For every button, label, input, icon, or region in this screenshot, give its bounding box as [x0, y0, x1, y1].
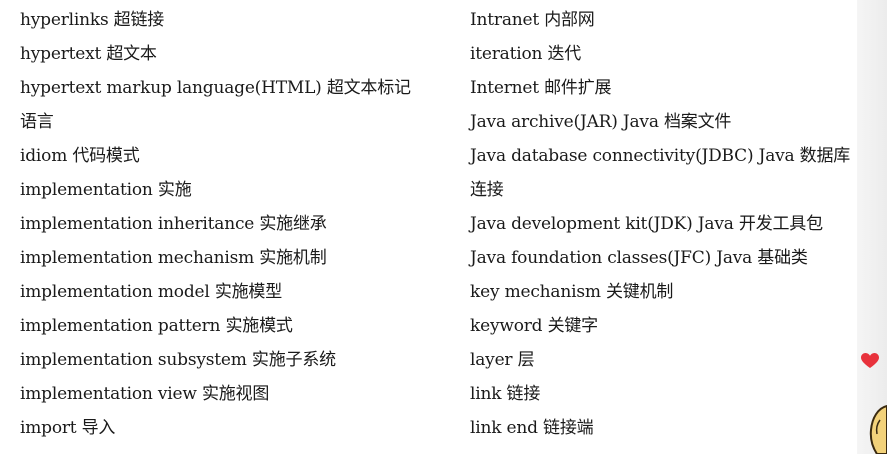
glossary-entry-continuation: 连接: [470, 180, 504, 200]
glossary-entry: implementation model 实施模型: [20, 282, 283, 302]
glossary-entry: layer 层: [470, 350, 535, 370]
glossary-page: hyperlinks 超链接 hypertext 超文本 hypertext m…: [0, 0, 887, 454]
glossary-entry: implementation 实施: [20, 180, 192, 200]
glossary-entry: link 链接: [470, 384, 541, 404]
glossary-entry: Java archive(JAR) Java 档案文件: [470, 112, 732, 132]
glossary-entry: hypertext markup language(HTML) 超文本标记: [20, 78, 411, 98]
glossary-entry: implementation view 实施视图: [20, 384, 270, 404]
glossary-entry: Intranet 内部网: [470, 10, 595, 30]
glossary-entry: implementation subsystem 实施子系统: [20, 350, 336, 370]
cartoon-corner-icon: [869, 404, 887, 454]
glossary-entry: key mechanism 关键机制: [470, 282, 674, 302]
glossary-entry: keyword 关键字: [470, 316, 598, 336]
glossary-entry: iteration 迭代: [470, 44, 582, 64]
glossary-entry: link end 链接端: [470, 418, 594, 438]
glossary-column-right: Intranet 内部网 iteration 迭代 Internet 邮件扩展 …: [470, 3, 887, 445]
glossary-entry: hyperlinks 超链接: [20, 10, 165, 30]
glossary-entry: implementation mechanism 实施机制: [20, 248, 327, 268]
glossary-entry: implementation inheritance 实施继承: [20, 214, 327, 234]
glossary-entry: Java database connectivity(JDBC) Java 数据…: [470, 146, 851, 166]
page-right-edge: [857, 0, 887, 454]
glossary-entry: Internet 邮件扩展: [470, 78, 612, 98]
glossary-entry: import 导入: [20, 418, 116, 438]
glossary-column-left: hyperlinks 超链接 hypertext 超文本 hypertext m…: [20, 3, 440, 445]
glossary-entry: Java development kit(JDK) Java 开发工具包: [470, 214, 823, 234]
glossary-entry: hypertext 超文本: [20, 44, 157, 64]
glossary-entry-continuation: 语言: [20, 112, 54, 132]
glossary-entry: Java foundation classes(JFC) Java 基础类: [470, 248, 808, 268]
glossary-entry: idiom 代码模式: [20, 146, 140, 166]
glossary-entry: implementation pattern 实施模式: [20, 316, 293, 336]
heart-icon: [861, 353, 879, 368]
